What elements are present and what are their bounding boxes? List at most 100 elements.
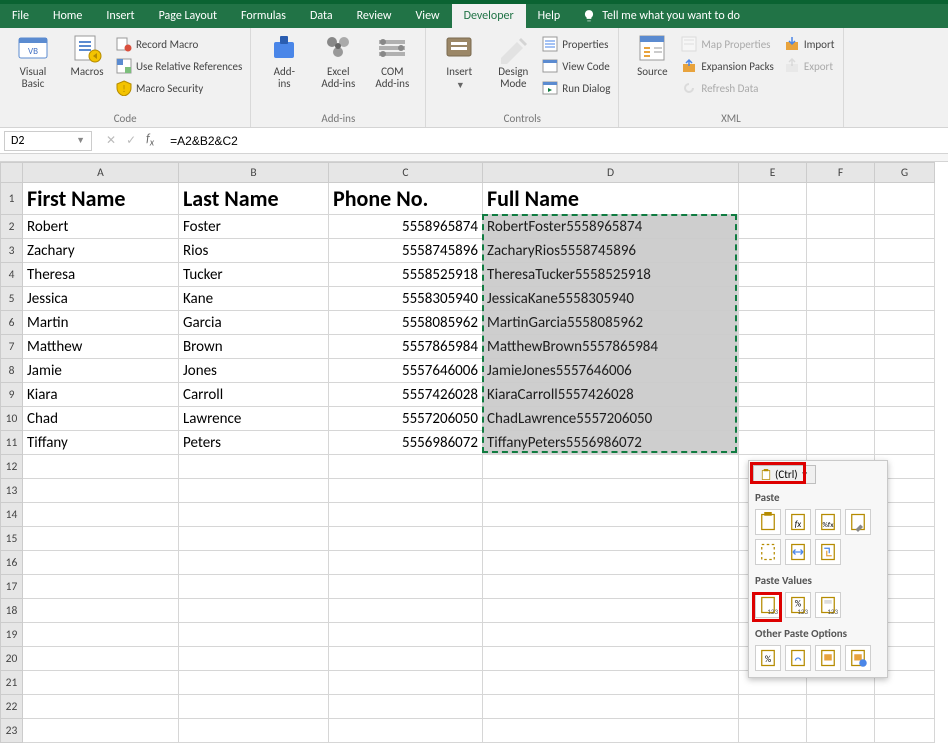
cell[interactable]	[329, 479, 483, 503]
cell[interactable]	[875, 311, 935, 335]
cell[interactable]: Last Name	[179, 183, 329, 215]
cell[interactable]: Foster	[179, 215, 329, 239]
cell[interactable]: JessicaKane5558305940	[483, 287, 739, 311]
cell[interactable]: 5557426028	[329, 383, 483, 407]
cell[interactable]: Jessica	[23, 287, 179, 311]
cell[interactable]: 5558965874	[329, 215, 483, 239]
cell[interactable]	[739, 183, 807, 215]
cell[interactable]	[179, 599, 329, 623]
paste-values-source-button[interactable]: 123	[815, 592, 841, 618]
cell[interactable]	[329, 671, 483, 695]
cell[interactable]	[179, 671, 329, 695]
cell[interactable]	[807, 311, 875, 335]
cell[interactable]	[875, 335, 935, 359]
cell[interactable]	[329, 503, 483, 527]
cell[interactable]	[329, 551, 483, 575]
tab-file[interactable]: File	[0, 4, 41, 28]
paste-values-button[interactable]: 123	[755, 592, 781, 618]
com-addins-button[interactable]: COM Add-ins	[367, 32, 417, 90]
cell[interactable]	[329, 719, 483, 743]
cell[interactable]: Theresa	[23, 263, 179, 287]
row-header[interactable]: 3	[1, 239, 23, 263]
col-header[interactable]: E	[739, 163, 807, 183]
cell[interactable]: First Name	[23, 183, 179, 215]
cell[interactable]: Martin	[23, 311, 179, 335]
cell[interactable]: Kane	[179, 287, 329, 311]
paste-no-borders-button[interactable]	[755, 539, 781, 565]
cell[interactable]: Peters	[179, 431, 329, 455]
cell[interactable]	[179, 551, 329, 575]
export-button[interactable]: Export	[784, 56, 835, 76]
cell[interactable]: Jamie	[23, 359, 179, 383]
cell[interactable]: Kiara	[23, 383, 179, 407]
formula-input[interactable]	[164, 128, 948, 153]
expansion-packs-button[interactable]: Expansion Packs	[681, 56, 773, 76]
cell[interactable]	[23, 551, 179, 575]
cell[interactable]	[329, 647, 483, 671]
cell[interactable]	[875, 215, 935, 239]
row-header[interactable]: 12	[1, 455, 23, 479]
cell[interactable]	[329, 527, 483, 551]
cell[interactable]	[807, 263, 875, 287]
cell[interactable]: KiaraCarroll5557426028	[483, 383, 739, 407]
cell[interactable]	[807, 407, 875, 431]
cell[interactable]	[329, 455, 483, 479]
paste-picture-button[interactable]	[815, 645, 841, 671]
cell[interactable]	[329, 695, 483, 719]
cell[interactable]: Jones	[179, 359, 329, 383]
cell[interactable]: Lawrence	[179, 407, 329, 431]
cell[interactable]	[739, 431, 807, 455]
row-header[interactable]: 17	[1, 575, 23, 599]
cell[interactable]: Matthew	[23, 335, 179, 359]
col-header[interactable]: F	[807, 163, 875, 183]
cell[interactable]	[807, 359, 875, 383]
cell[interactable]: 5557646006	[329, 359, 483, 383]
cell[interactable]	[807, 431, 875, 455]
row-header[interactable]: 15	[1, 527, 23, 551]
cell[interactable]	[23, 479, 179, 503]
cell[interactable]: Garcia	[179, 311, 329, 335]
cell[interactable]	[483, 623, 739, 647]
tab-insert[interactable]: Insert	[94, 4, 146, 28]
paste-formatting-button[interactable]: %	[755, 645, 781, 671]
cell[interactable]	[875, 239, 935, 263]
row-header[interactable]: 2	[1, 215, 23, 239]
cell[interactable]	[483, 527, 739, 551]
row-header[interactable]: 18	[1, 599, 23, 623]
cell[interactable]: Brown	[179, 335, 329, 359]
fx-icon[interactable]: fx	[146, 132, 154, 148]
cell[interactable]: RobertFoster5558965874	[483, 215, 739, 239]
cell[interactable]: Phone No.	[329, 183, 483, 215]
tab-view[interactable]: View	[404, 4, 452, 28]
source-button[interactable]: Source	[627, 32, 677, 78]
row-header[interactable]: 20	[1, 647, 23, 671]
tell-me[interactable]: Tell me what you want to do	[572, 4, 750, 28]
use-relative-refs-button[interactable]: Use Relative References	[116, 56, 242, 76]
cell[interactable]	[329, 599, 483, 623]
row-header[interactable]: 7	[1, 335, 23, 359]
cell[interactable]	[807, 719, 875, 743]
cell[interactable]	[179, 719, 329, 743]
insert-control-button[interactable]: Insert ▼	[434, 32, 484, 91]
cell[interactable]	[875, 407, 935, 431]
cell[interactable]	[23, 455, 179, 479]
cell[interactable]	[483, 671, 739, 695]
paste-keep-width-button[interactable]	[785, 539, 811, 565]
cell[interactable]	[23, 503, 179, 527]
cell[interactable]	[483, 479, 739, 503]
cell[interactable]	[739, 311, 807, 335]
paste-all-button[interactable]	[755, 509, 781, 535]
cell[interactable]: 5558745896	[329, 239, 483, 263]
cell[interactable]	[483, 719, 739, 743]
cell[interactable]: TheresaTucker5558525918	[483, 263, 739, 287]
cell[interactable]	[329, 623, 483, 647]
row-header[interactable]: 16	[1, 551, 23, 575]
cell[interactable]	[23, 647, 179, 671]
cell[interactable]	[23, 599, 179, 623]
cell[interactable]	[179, 527, 329, 551]
tab-home[interactable]: Home	[41, 4, 94, 28]
cell[interactable]	[483, 695, 739, 719]
cell[interactable]	[875, 383, 935, 407]
cell[interactable]: ZacharyRios5558745896	[483, 239, 739, 263]
cell[interactable]	[739, 215, 807, 239]
